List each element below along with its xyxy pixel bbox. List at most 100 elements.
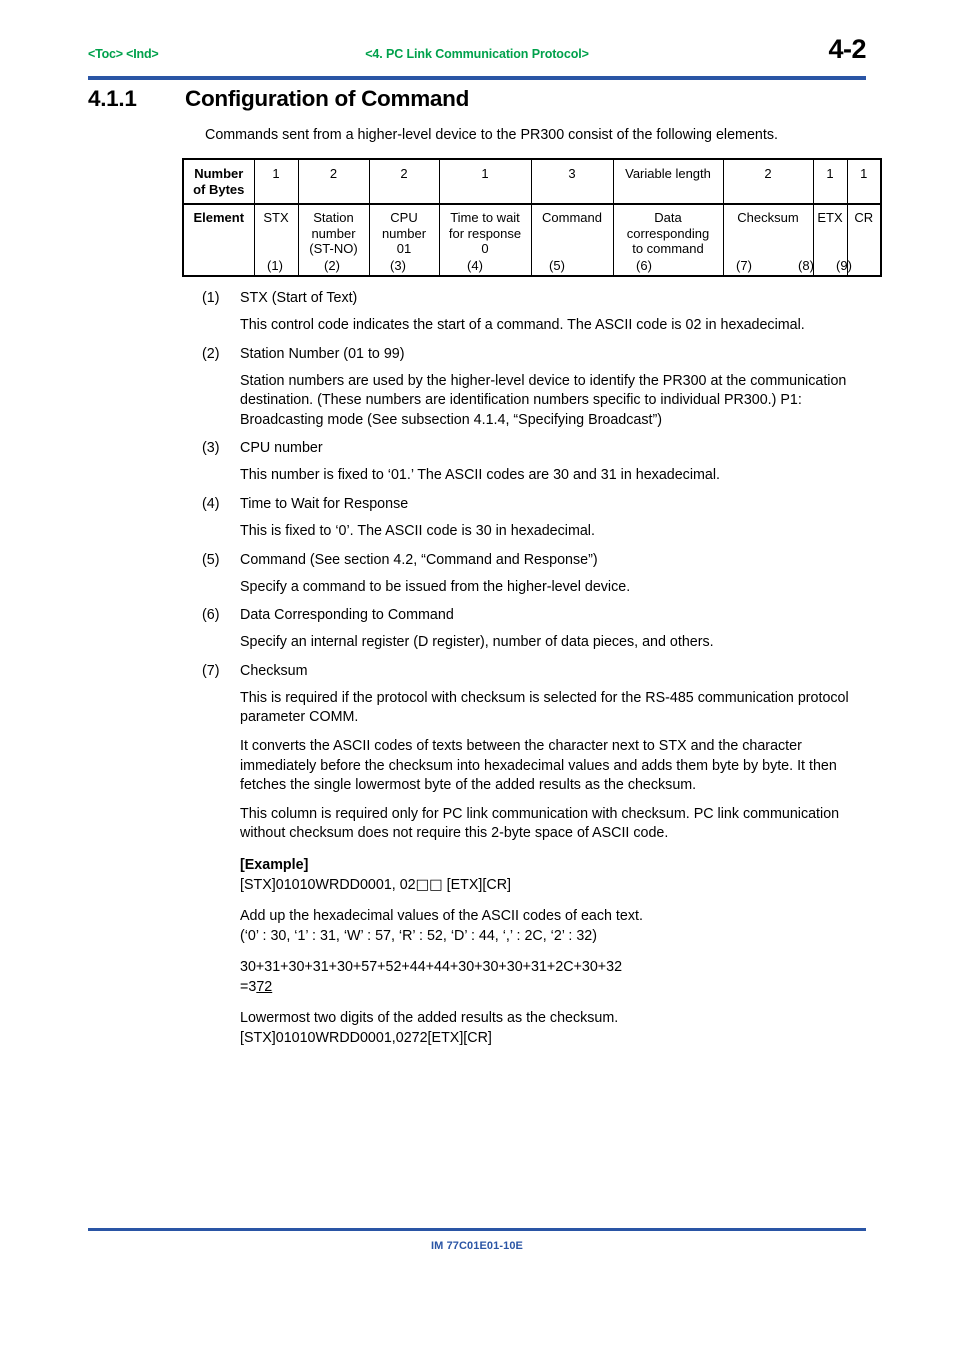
example-command-suffix: [ETX][CR] [442,876,511,893]
section-number: 4.1.1 [88,86,137,111]
bytes-cell-7: 2 [722,159,814,205]
example-sum-line: 30+31+30+31+30+57+52+44+44+30+30+30+31+2… [240,959,623,976]
element-3-line1: CPU [390,210,418,225]
col-num-2: (2) [324,258,340,273]
element-2-line3: (ST-NO) [309,241,358,256]
header-divider [88,76,866,80]
bytes-cell-4: 1 [438,159,532,205]
section-heading: 4.1.1 Configuration of Command [88,86,868,112]
item-1-heading: (1) STX (Start of Text) [202,288,874,308]
example-command-line: [STX]01010WRDD0001, 02□□ [ETX][CR] [240,876,874,896]
item-7-title: Checksum [240,662,308,679]
item-4-heading: (4) Time to Wait for Response [202,494,874,514]
element-3-line2: number [381,225,427,241]
item-2-heading: (2) Station Number (01 to 99) [202,344,874,364]
element-2-line2: number [311,225,356,241]
list-item: (1) STX (Start of Text) This control cod… [202,288,874,336]
page-number: 4-2 [828,34,866,64]
bytes-cell-5: 3 [530,159,614,205]
example-placeholder-squares: □□ [415,876,443,893]
list-item: (5) Command (See section 4.2, “Command a… [202,550,874,598]
col-num-9: (9) [836,258,852,273]
bytes-label-line1: Number [194,166,244,181]
item-7-paragraph-2: It converts the ASCII codes of texts bet… [240,737,837,794]
table-column-numbers: (1) (2) (3) (4) (5) (6) (7) (8) (9) [182,258,862,278]
item-6-title: Data Corresponding to Command [240,607,454,624]
item-4-title: Time to Wait for Response [240,495,409,512]
col-num-1: (1) [267,258,283,273]
list-item: (3) CPU number This number is fixed to ‘… [202,438,874,486]
element-1-line1: STX [263,210,289,225]
example-lowermost-line: Lowermost two digits of the added result… [240,1010,619,1027]
item-7-marker: (7) [202,662,220,679]
element-2-line1: Station [313,210,354,225]
bytes-cell-1: 1 [253,159,299,205]
col-num-8: (8) [798,258,814,273]
list-item: (7) Checksum This is required if the pro… [202,661,874,844]
col-num-6: (6) [636,258,652,273]
item-4-paragraph-1: This is fixed to ‘0’. The ASCII code is … [240,522,595,539]
element-9-line1: CR [854,210,874,225]
col-num-7: (7) [736,258,752,273]
bytes-cell-6: Variable length [612,159,724,205]
item-1-paragraph-1: This control code indicates the start of… [240,317,805,333]
item-3-marker: (3) [202,440,220,457]
item-4-marker: (4) [202,495,220,512]
item-1-marker: (1) [202,290,220,306]
list-item: (2) Station Number (01 to 99) Station nu… [202,344,874,431]
table-row-number-of-bytes: Number of Bytes 1 2 2 1 3 Variable lengt… [183,159,881,205]
col-num-4: (4) [467,258,483,273]
bytes-cell-2: 2 [297,159,370,205]
item-6-marker: (6) [202,607,220,624]
list-item: (6) Data Corresponding to Command Specif… [202,605,874,653]
col-num-5: (5) [549,258,565,273]
item-2-title: Station Number (01 to 99) [240,345,405,362]
item-5-paragraph-1: Specify a command to be issued from the … [240,578,631,595]
bytes-cell-9: 1 [846,159,881,205]
item-5-heading: (5) Command (See section 4.2, “Command a… [202,550,874,570]
element-6-line3: to command [632,241,704,256]
example-result-checksum: 72 [256,978,273,995]
element-5-line1: Command [542,210,602,225]
intro-paragraph: Commands sent from a higher-level device… [205,127,778,143]
bytes-cell-8: 1 [812,159,848,205]
document-code: IM 77C01E01-10E [431,1240,523,1252]
item-3-heading: (3) CPU number [202,438,874,458]
chapter-title: <4. PC Link Communication Protocol> [365,47,589,61]
item-7-paragraph-1: This is required if the protocol with ch… [240,689,849,726]
bytes-cell-3: 2 [368,159,440,205]
element-4-line2: for response [448,225,522,241]
col-num-3: (3) [390,258,406,273]
section-title-text: Configuration of Command [185,86,470,111]
item-3-paragraph-1: This number is fixed to ‘01.’ The ASCII … [240,467,721,484]
item-2-marker: (2) [202,345,220,362]
example-addup-line: Add up the hexadecimal values of the ASC… [240,908,643,925]
page-header: <Toc> <Ind> <4. PC Link Communication Pr… [88,34,866,74]
example-result-prefix: =3 [240,978,257,995]
command-element-descriptions: (1) STX (Start of Text) This control cod… [202,288,874,1049]
item-3-title: CPU number [240,440,323,457]
bytes-label-line2: of Bytes [193,181,245,197]
item-1-title: STX (Start of Text) [240,290,358,306]
example-ascii-codes-line: (‘0’ : 30, ‘1’ : 31, ‘W’ : 57, ‘R’ : 52,… [240,927,598,944]
item-6-heading: (6) Data Corresponding to Command [202,605,874,625]
list-item: (4) Time to Wait for Response This is fi… [202,494,874,542]
item-2-paragraph-1: Station numbers are used by the higher-l… [240,372,847,428]
element-4-line1: Time to wait [450,210,520,225]
element-4-line3: 0 [481,241,489,256]
footer-divider [88,1228,866,1231]
element-8-line1: ETX [817,210,843,225]
example-result-line: =372 [240,978,874,998]
item-7-heading: (7) Checksum [202,661,874,681]
item-6-paragraph-1: Specify an internal register (D register… [240,634,714,651]
item-5-title: Command (See section 4.2, “Command and R… [240,551,598,568]
element-6-line1: Data [654,210,682,225]
example-command-prefix: [STX]01010WRDD0001, 02 [240,876,416,893]
example-final-line: [STX]01010WRDD0001,0272[ETX][CR] [240,1030,492,1047]
element-3-line3: 01 [396,241,412,256]
